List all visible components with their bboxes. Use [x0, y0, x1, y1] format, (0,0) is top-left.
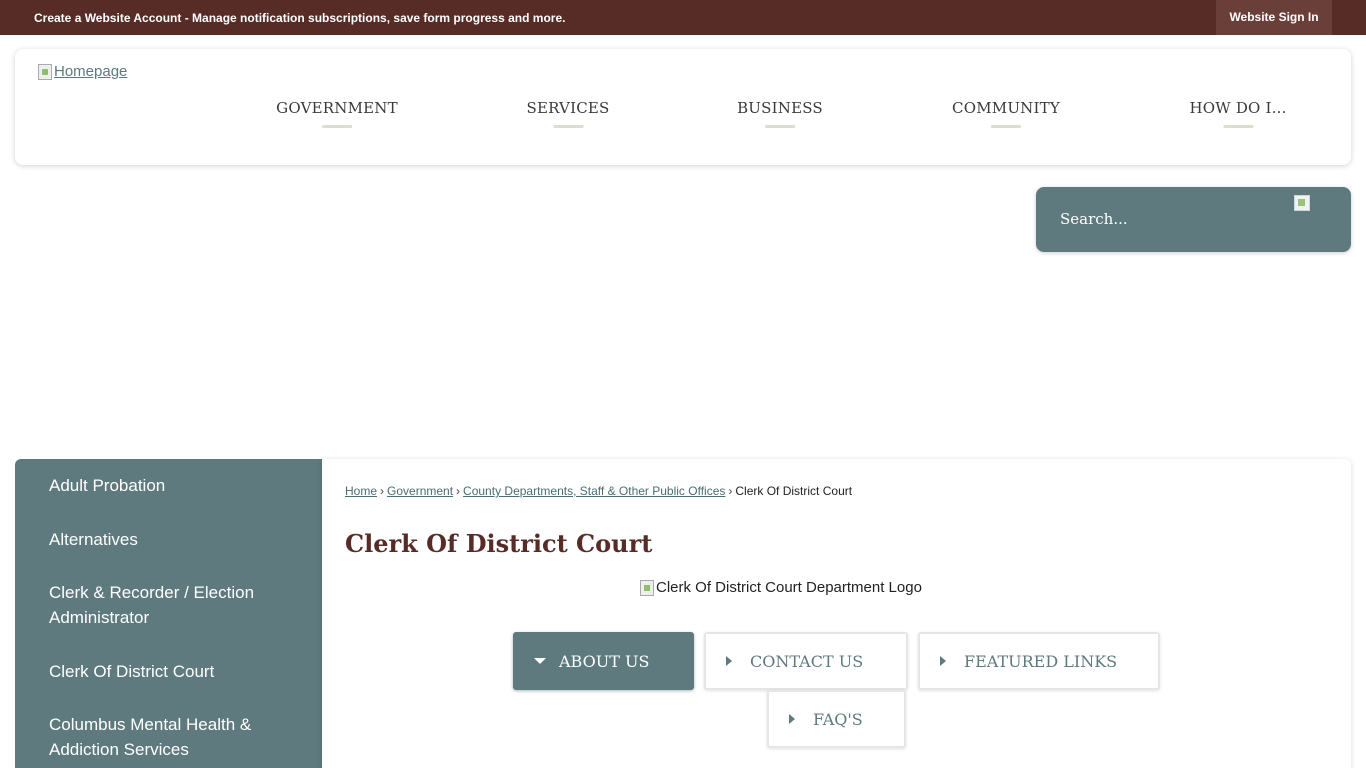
- department-logo: Clerk Of District Court Department Logo: [640, 579, 922, 596]
- sidebar-item-mental-health[interactable]: Columbus Mental Health & Addiction Servi…: [49, 712, 299, 762]
- nav-underline: [765, 125, 795, 128]
- tab-label: ABOUT US: [559, 651, 650, 671]
- nav-business[interactable]: BUSINESS: [737, 99, 823, 128]
- nav-label: SERVICES: [526, 99, 610, 117]
- nav-government[interactable]: GOVERNMENT: [276, 99, 398, 128]
- department-sidebar: Adult Probation Alternatives Clerk & Rec…: [15, 459, 322, 768]
- tab-label: FAQ'S: [813, 709, 863, 729]
- nav-label: HOW DO I...: [1189, 99, 1287, 117]
- breadcrumb-home[interactable]: Home: [345, 484, 377, 498]
- broken-image-icon: [640, 579, 654, 596]
- tab-contact-us[interactable]: CONTACT US: [704, 632, 908, 690]
- nav-label: GOVERNMENT: [276, 99, 398, 117]
- breadcrumb-separator: ›: [456, 484, 461, 498]
- tab-about-us[interactable]: ABOUT US: [513, 632, 694, 690]
- nav-underline: [552, 125, 583, 128]
- breadcrumb-separator: ›: [380, 484, 385, 498]
- department-logo-alt: Clerk Of District Court Department Logo: [656, 579, 922, 596]
- create-account-link[interactable]: Create a Website Account - Manage notifi…: [34, 11, 565, 25]
- sidebar-item-alternatives[interactable]: Alternatives: [49, 527, 299, 552]
- nav-how-do-i[interactable]: HOW DO I...: [1189, 99, 1286, 128]
- sidebar-item-clerk-district-court[interactable]: Clerk Of District Court: [49, 659, 299, 684]
- tab-label: CONTACT US: [750, 651, 864, 671]
- account-banner: Create a Website Account - Manage notifi…: [0, 0, 1366, 35]
- homepage-logo-alt: Homepage: [54, 63, 128, 80]
- search-icon[interactable]: [1294, 195, 1310, 211]
- site-header: Homepage GOVERNMENT SERVICES BUSINESS CO…: [15, 49, 1351, 165]
- tab-faqs[interactable]: FAQ'S: [767, 690, 906, 748]
- breadcrumb: Home › Government › County Departments, Staf…: [345, 484, 852, 498]
- caret-right-icon: [726, 656, 732, 666]
- homepage-logo-link[interactable]: Homepage: [38, 63, 127, 80]
- nav-label: BUSINESS: [737, 99, 823, 117]
- breadcrumb-current: Clerk Of District Court: [735, 484, 853, 498]
- nav-label: COMMUNITY: [952, 99, 1060, 117]
- page-title: Clerk Of District Court: [345, 529, 653, 558]
- nav-underline: [1223, 125, 1253, 128]
- sidebar-item-adult-probation[interactable]: Adult Probation: [49, 473, 299, 498]
- search-input[interactable]: [1060, 208, 1290, 230]
- nav-underline: [991, 125, 1021, 128]
- caret-down-icon: [534, 658, 546, 664]
- breadcrumb-separator: ›: [728, 484, 733, 498]
- nav-services[interactable]: SERVICES: [526, 99, 609, 128]
- nav-underline: [322, 125, 352, 128]
- broken-image-icon: [38, 63, 52, 80]
- tab-label: FEATURED LINKS: [964, 651, 1118, 671]
- main-content: Home › Government › County Departments, Staf…: [322, 459, 1351, 768]
- breadcrumb-government[interactable]: Government: [387, 484, 453, 498]
- site-search: [1036, 187, 1351, 252]
- caret-right-icon: [789, 714, 795, 724]
- sidebar-item-clerk-recorder[interactable]: Clerk & Recorder / Election Administrato…: [49, 580, 299, 630]
- website-sign-in-button[interactable]: Website Sign In: [1216, 0, 1332, 35]
- tab-featured-links[interactable]: FEATURED LINKS: [918, 632, 1160, 690]
- caret-right-icon: [940, 656, 946, 666]
- breadcrumb-departments[interactable]: County Departments, Staff & Other Public…: [463, 484, 725, 498]
- nav-community[interactable]: COMMUNITY: [952, 99, 1060, 128]
